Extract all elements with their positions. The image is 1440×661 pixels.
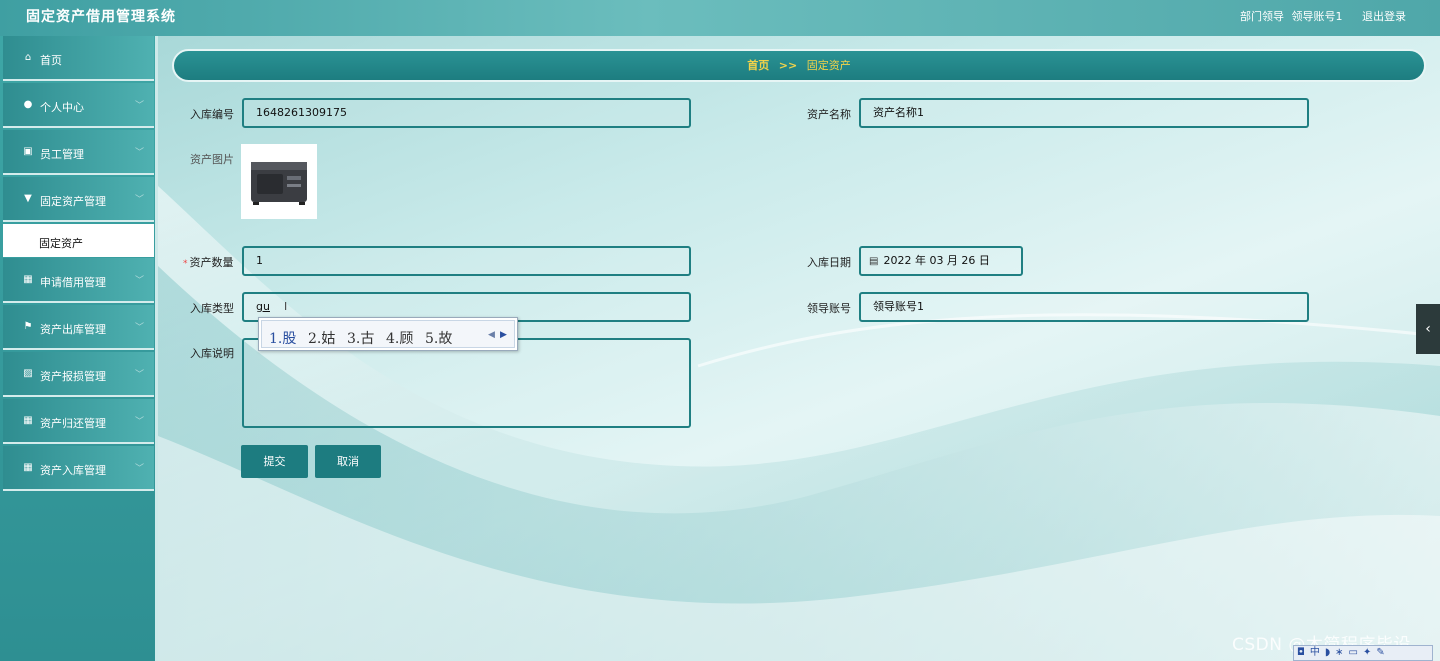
asset-image-thumbnail[interactable] [241, 144, 317, 219]
stock-note-textarea[interactable] [242, 338, 691, 428]
chevron-down-icon: ﹀ [134, 323, 144, 333]
sidebar-item-asset-outbound[interactable]: ⚑ 资产出库管理 ﹀ [3, 305, 154, 350]
grid-icon: ▦ [23, 274, 33, 285]
flag-icon: ⚑ [23, 321, 33, 332]
ime-candidate-popup: 1.股 2.姑 3.古 4.顾 5.故 ◀ ▶ [258, 317, 518, 351]
sidebar-item-label: 申请借用管理 [40, 276, 106, 289]
side-panel-toggle[interactable]: ‹ [1416, 304, 1440, 354]
chevron-down-icon: ﹀ [134, 195, 144, 205]
sidebar-item-label: 固定资产管理 [40, 195, 106, 208]
image-icon: ▨ [23, 368, 33, 379]
sidebar-item-fixed-assets[interactable]: ▼ 固定资产管理 ﹀ [3, 177, 154, 222]
quantity-field[interactable]: 1 [242, 246, 691, 276]
stock-date-label: 入库日期 [807, 256, 851, 269]
leader-account-field[interactable]: 领导账号1 [859, 292, 1309, 322]
ime-candidate[interactable]: 2.姑 [308, 328, 335, 348]
stock-no-field[interactable]: 1648261309175 [242, 98, 691, 128]
sidebar-item-label: 资产出库管理 [40, 323, 106, 336]
breadcrumb: 首页 >> 固定资产 [172, 49, 1426, 82]
leader-account-label: 领导账号 [807, 302, 851, 315]
ime-prev-page-icon[interactable]: ◀ [488, 330, 495, 340]
calendar-icon: ▤ [869, 256, 879, 267]
ime-candidate[interactable]: 3.古 [347, 328, 374, 348]
sidebar-item-label: 个人中心 [40, 101, 84, 114]
stock-type-value: gu [256, 300, 270, 313]
sidebar-item-personal-center[interactable]: ● 个人中心 ﹀ [3, 83, 154, 128]
user-info: 部门领导 领导账号1 退出登录 [1236, 8, 1406, 24]
stock-date-value: 2022 年 03 月 26 日 [883, 254, 990, 267]
ime-toolbar-icons: ◘中◗∗▭✦✎ [1297, 647, 1390, 658]
clipboard-icon: ▣ [23, 146, 33, 157]
breadcrumb-current: 固定资产 [806, 59, 851, 72]
top-bar: 固定资产借用管理系统 部门领导 领导账号1 退出登录 [0, 0, 1440, 36]
sidebar-item-label: 资产报损管理 [40, 370, 106, 383]
sidebar-item-asset-damage[interactable]: ▨ 资产报损管理 ﹀ [3, 352, 154, 397]
asset-image-label: 资产图片 [190, 153, 234, 166]
sidebar-item-home[interactable]: ⌂ 首页 [3, 36, 154, 81]
stock-note-label: 入库说明 [190, 347, 234, 360]
stock-date-picker[interactable]: ▤ 2022 年 03 月 26 日 [859, 246, 1023, 276]
chevron-down-icon: ﹀ [134, 101, 144, 111]
quantity-label-text: 资产数量 [189, 256, 234, 269]
user-icon: ● [23, 99, 33, 110]
app-title: 固定资产借用管理系统 [26, 9, 176, 25]
sidebar-item-asset-inbound[interactable]: ▦ 资产入库管理 ﹀ [3, 446, 154, 491]
ime-candidate[interactable]: 4.顾 [386, 328, 413, 348]
sidebar-item-asset-return[interactable]: ▦ 资产归还管理 ﹀ [3, 399, 154, 444]
asset-name-label: 资产名称 [807, 108, 851, 121]
chevron-down-icon: ﹀ [134, 417, 144, 427]
grid-icon: ▦ [23, 415, 33, 426]
ime-candidate[interactable]: 5.故 [425, 328, 452, 348]
sidebar-subitem-label: 固定资产 [39, 237, 83, 250]
ime-candidate[interactable]: 1.股 [269, 328, 296, 348]
ime-toolbar[interactable]: ◘中◗∗▭✦✎ [1293, 645, 1433, 661]
sidebar-item-borrow-apply[interactable]: ▦ 申请借用管理 ﹀ [3, 258, 154, 303]
breadcrumb-home[interactable]: 首页 [747, 59, 769, 72]
sidebar-item-label: 员工管理 [40, 148, 84, 161]
sidebar-subitem-fixed-asset[interactable]: 固定资产 [3, 224, 154, 257]
grid-icon: ▦ [23, 462, 33, 473]
sidebar-item-label: 资产归还管理 [40, 417, 106, 430]
asset-name-field[interactable]: 资产名称1 [859, 98, 1309, 128]
cancel-button[interactable]: 取消 [315, 445, 381, 478]
chevron-down-icon: ﹀ [134, 276, 144, 286]
ime-next-page-icon[interactable]: ▶ [500, 330, 507, 340]
required-mark: * [183, 259, 188, 269]
quantity-label: * 资产数量 [183, 254, 234, 270]
sidebar-item-staff[interactable]: ▣ 员工管理 ﹀ [3, 130, 154, 175]
user-role: 部门领导 [1240, 10, 1284, 23]
chevron-left-icon: ‹ [1425, 321, 1431, 337]
logout-link[interactable]: 退出登录 [1362, 10, 1406, 23]
chevron-down-icon: ﹀ [134, 464, 144, 474]
ime-candidate-list: 1.股 2.姑 3.古 4.顾 5.故 ◀ ▶ [261, 320, 515, 348]
pin-icon: ▼ [24, 193, 32, 204]
stock-type-label: 入库类型 [190, 302, 234, 315]
home-icon: ⌂ [24, 52, 32, 63]
text-cursor-icon: I [283, 300, 288, 313]
chevron-down-icon: ﹀ [134, 148, 144, 158]
user-account: 领导账号1 [1291, 10, 1343, 23]
printer-image [251, 162, 307, 205]
sidebar-item-label: 资产入库管理 [40, 464, 106, 477]
chevron-down-icon: ﹀ [134, 370, 144, 380]
sidebar-item-label: 首页 [40, 54, 62, 67]
submit-button[interactable]: 提交 [241, 445, 308, 478]
stock-no-label: 入库编号 [190, 108, 234, 121]
breadcrumb-separator: >> [778, 59, 798, 72]
sidebar: ⌂ 首页 ● 个人中心 ﹀ ▣ 员工管理 ﹀ ▼ 固定资产管理 ﹀ 固定资产 ▦… [0, 36, 158, 661]
